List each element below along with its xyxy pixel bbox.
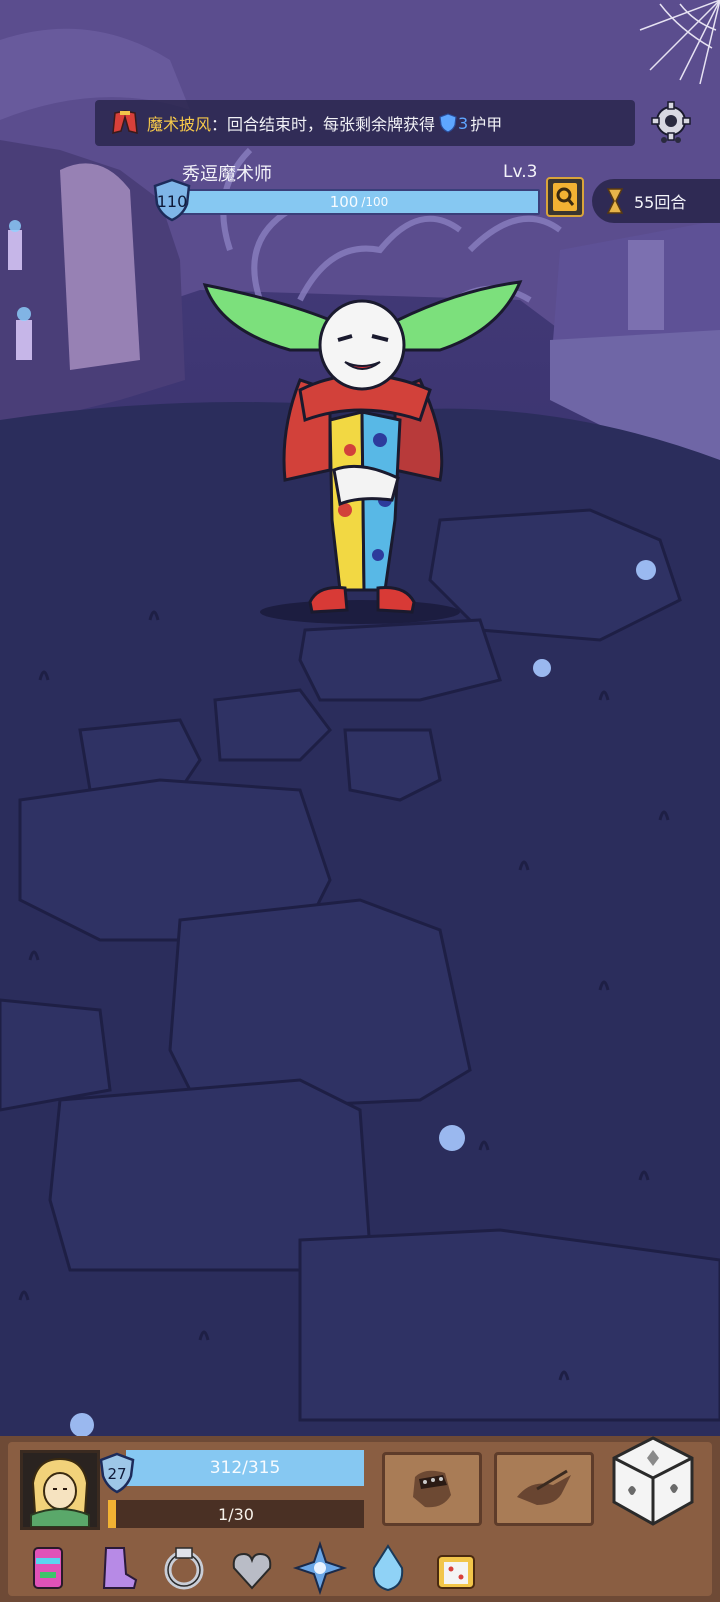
purple-boot-icon[interactable] — [88, 1540, 144, 1596]
totem-mask-icon[interactable] — [20, 1540, 76, 1596]
relic-description-banner: 魔术披风 ：回合结束时，每张剩余牌获得 3 护甲 — [95, 100, 635, 146]
sparrow-icon — [517, 1469, 571, 1505]
crystal-drop-icon[interactable] — [360, 1540, 416, 1596]
red-cloak-icon — [112, 110, 138, 134]
dice-button[interactable] — [608, 1432, 698, 1528]
winged-heart-icon[interactable] — [224, 1540, 280, 1596]
silver-ring-icon[interactable] — [156, 1540, 212, 1596]
armor-value: 3 — [458, 113, 469, 133]
hero-face-icon — [23, 1453, 97, 1528]
turn-count-label: 55回合 — [634, 193, 687, 212]
enemy-hp-current: 100 — [329, 193, 359, 211]
dice-cup-icon[interactable] — [428, 1540, 484, 1596]
enemy-name: 秀逗魔术师 — [182, 164, 272, 185]
xp-fill — [108, 1500, 117, 1528]
skill-fist-button[interactable] — [382, 1452, 482, 1526]
enemy-armor-badge: 110 — [152, 178, 192, 222]
hero-level-badge: 27 — [98, 1452, 136, 1494]
shield-icon: 110 — [153, 178, 191, 222]
blue-compass-icon[interactable] — [292, 1540, 348, 1596]
enemy-hp-max: /100 — [361, 195, 389, 209]
hero-xp-text: 1/30 — [218, 1504, 254, 1524]
hero-hp-bar: 312/315 — [126, 1450, 364, 1486]
skill-bird-button[interactable] — [494, 1452, 594, 1526]
armor-label: 护甲 — [470, 115, 503, 134]
hero-level-value: 27 — [107, 1465, 126, 1483]
relic-name: 魔术披风 — [147, 115, 212, 134]
turn-counter: 55回合 — [592, 179, 720, 223]
hero-xp-bar: 1/30 — [108, 1500, 364, 1528]
hero-hp-text: 312/315 — [209, 1458, 281, 1478]
gear-icon[interactable] — [648, 100, 694, 146]
dice-icon — [612, 1436, 694, 1526]
enemy-hp-bar: 100 /100 — [178, 189, 540, 215]
spiked-fist-icon — [413, 1470, 451, 1508]
shield-icon — [439, 113, 457, 133]
enemy-armor-value: 110 — [157, 192, 188, 211]
shield-icon: 27 — [99, 1452, 135, 1494]
enemy-info-button[interactable] — [546, 177, 584, 217]
relic-effect-text: ：回合结束时，每张剩余牌获得 — [211, 115, 436, 134]
magnifier-icon — [553, 183, 577, 211]
hourglass-icon — [606, 188, 624, 214]
enemy-level: Lv.3 — [503, 162, 538, 182]
graveyard-background — [0, 0, 720, 1602]
hero-portrait[interactable] — [20, 1450, 100, 1530]
